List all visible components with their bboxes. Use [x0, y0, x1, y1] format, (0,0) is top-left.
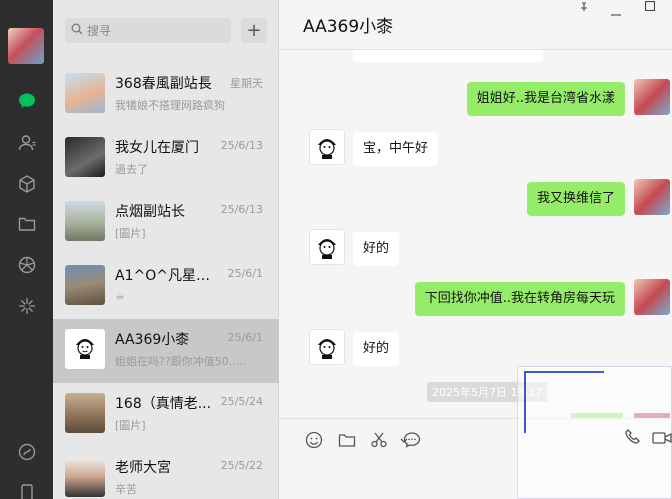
minimize-icon[interactable] [611, 6, 621, 19]
chat-name: 我女儿在厦门 [115, 140, 199, 156]
mini-program-link-icon[interactable] [0, 435, 53, 469]
message-row: 好的 [279, 229, 672, 269]
chat-name: A1^O^凡星（... [115, 268, 223, 284]
mini-program-icon[interactable] [0, 289, 53, 323]
message-row: 好的 [279, 329, 672, 369]
message-bubble-out[interactable]: 我又换维信了 [526, 182, 625, 216]
chat-list-item[interactable]: A1^O^凡星（... 25/6/1 ☕ [53, 255, 279, 319]
contact-message-avatar[interactable] [309, 129, 345, 165]
moments-icon[interactable] [0, 248, 53, 282]
chat-date: 星期天 [230, 77, 263, 90]
chat-avatar [65, 137, 105, 177]
message-bubble-partial [353, 50, 543, 62]
chat-preview: ☕ [115, 289, 125, 302]
chat-avatar [65, 265, 105, 305]
chat-list-item[interactable]: 168（真情老... 25/5/24 [圖片] [53, 383, 279, 447]
chat-name: 168（真情老... [115, 396, 212, 412]
files-icon[interactable] [0, 207, 53, 241]
chat-date: 25/6/13 [220, 203, 263, 216]
chat-avatar [65, 457, 105, 497]
chat-avatar [65, 329, 105, 369]
conversation-list: + 368春風副站長 星期天 我犠娘不搭理网路疯狗 我女儿在厦门 25/6/13… [53, 0, 279, 499]
pin-icon[interactable] [579, 2, 589, 15]
chat-list-item[interactable]: 我女儿在厦门 25/6/13 過去了 [53, 127, 279, 191]
chat-preview: [圖片] [115, 419, 146, 432]
chat-date: 25/6/13 [220, 139, 263, 152]
chat-bubble-icon[interactable] [401, 429, 423, 451]
chat-preview: 我犠娘不搭理网路疯狗 [115, 99, 225, 112]
chat-title: AA369小桼 [303, 17, 394, 37]
chat-name: AA369小桼 [115, 332, 190, 348]
message-row: 宝，中午好 [279, 129, 672, 169]
message-bubble-in[interactable]: 好的 [353, 232, 400, 266]
screenshot-selection-overlay[interactable] [517, 366, 672, 499]
message-row: 姐姐好..我是台湾省水漾 [279, 79, 672, 119]
my-avatar[interactable] [8, 28, 44, 64]
message-bubble-in[interactable]: 宝，中午好 [353, 132, 439, 166]
cartoon-face-icon [318, 139, 336, 159]
message-row: 我又换维信了 [279, 179, 672, 219]
selection-handle-left[interactable] [524, 371, 526, 433]
chat-preview: 辛苦 [115, 483, 137, 496]
chat-list-item-active[interactable]: AA369小桼 25/6/1 姐姐在吗??跟你冲值50..... [53, 319, 279, 383]
contact-message-avatar[interactable] [309, 329, 345, 365]
chat-icon[interactable] [0, 84, 53, 118]
contacts-icon[interactable] [0, 126, 53, 160]
chat-date: 25/6/1 [227, 331, 263, 344]
message-row: 下回找你冲值..我在转角房每天玩 [279, 279, 672, 319]
cartoon-face-icon [76, 339, 94, 359]
add-button[interactable]: + [241, 18, 267, 43]
chat-preview: 姐姐在吗??跟你冲值50..... [115, 355, 247, 368]
search-input[interactable] [87, 23, 217, 38]
emoji-icon[interactable] [303, 429, 325, 451]
chat-avatar [65, 73, 105, 113]
cartoon-face-icon [318, 239, 336, 259]
chat-name: 老师大宮 [115, 460, 171, 476]
message-bubble-out[interactable]: 下回找你冲值..我在转角房每天玩 [414, 282, 625, 316]
chat-date: 25/5/24 [220, 395, 263, 408]
folder-icon[interactable] [336, 429, 358, 451]
contact-message-avatar[interactable] [309, 229, 345, 265]
chat-name: 点烟副站长 [115, 204, 185, 220]
search-box[interactable] [65, 18, 231, 43]
maximize-icon[interactable] [644, 0, 656, 14]
favorites-icon[interactable] [0, 167, 53, 201]
search-bar: + [65, 18, 285, 44]
selection-handle-top[interactable] [524, 371, 604, 373]
chat-date: 25/5/22 [220, 459, 263, 472]
chat-header: AA369小桼 [279, 0, 672, 50]
search-icon [71, 23, 83, 39]
cartoon-face-icon [318, 339, 336, 359]
chat-list-item[interactable]: 368春風副站長 星期天 我犠娘不搭理网路疯狗 [53, 63, 279, 127]
my-message-avatar[interactable] [634, 179, 670, 215]
chat-avatar [65, 201, 105, 241]
phone-call-icon[interactable] [624, 428, 644, 448]
chat-preview: [圖片] [115, 227, 146, 240]
my-message-avatar[interactable] [634, 79, 670, 115]
chat-list-item[interactable]: 老师大宮 25/5/22 辛苦 [53, 447, 279, 499]
chat-list-item[interactable]: 点烟副站长 25/6/13 [圖片] [53, 191, 279, 255]
chat-avatar [65, 393, 105, 433]
my-message-avatar[interactable] [634, 279, 670, 315]
nav-rail [0, 0, 53, 499]
message-bubble-in[interactable]: 好的 [353, 332, 400, 366]
chat-name: 368春風副站長 [115, 76, 212, 92]
video-call-icon[interactable] [652, 431, 672, 445]
message-bubble-out[interactable]: 姐姐好..我是台湾省水漾 [466, 82, 625, 116]
scissors-icon[interactable] [368, 429, 390, 451]
chat-preview: 過去了 [115, 163, 148, 176]
chat-date: 25/6/1 [227, 267, 263, 280]
phone-icon[interactable] [0, 475, 53, 499]
